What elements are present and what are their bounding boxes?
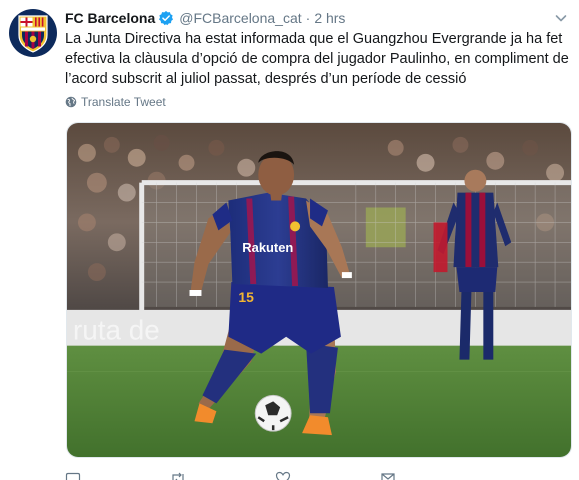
globe-icon: [65, 96, 77, 108]
retweet-icon: [172, 472, 184, 480]
board-text: ruta de: [73, 315, 160, 346]
reply-icon: [65, 472, 81, 480]
tweet-text-line: l’acord subscrit al juliol passat, despr…: [65, 71, 467, 87]
tweet-text-line: La Junta Directiva ha estat informada qu…: [65, 31, 563, 47]
tweet-header: FC Barcelona @FCBarcelona_cat · 2 hrs: [65, 8, 569, 28]
envelope-icon: [381, 473, 395, 480]
header-separator: ·: [305, 10, 311, 26]
author-handle[interactable]: @FCBarcelona_cat: [179, 10, 301, 26]
message-button[interactable]: [380, 470, 485, 480]
translate-tweet-label[interactable]: Translate Tweet: [81, 95, 166, 109]
tweet-text-line: efectiva la clàusula d’opció de compra d…: [65, 51, 569, 67]
author-avatar[interactable]: [9, 9, 57, 57]
tweet-text: La Junta Directiva ha estat informada qu…: [65, 29, 569, 89]
tweet-actions: [65, 470, 485, 480]
tweet-timestamp[interactable]: 2 hrs: [314, 10, 345, 26]
chevron-down-icon[interactable]: [553, 10, 569, 26]
translate-tweet-link[interactable]: Translate Tweet: [65, 95, 166, 109]
shirt-sponsor: Rakuten: [242, 240, 293, 255]
football-player-photo: ruta de 15 Rakuten: [67, 123, 571, 457]
author-name[interactable]: FC Barcelona: [65, 10, 155, 26]
shorts-number: 15: [238, 289, 254, 305]
like-button[interactable]: [275, 470, 380, 480]
tweet-photo[interactable]: ruta de 15 Rakuten: [66, 122, 572, 458]
heart-icon: [275, 471, 291, 480]
reply-button[interactable]: [65, 470, 170, 480]
fc-barcelona-crest-icon: [18, 15, 48, 53]
verified-badge-icon: [159, 11, 174, 26]
retweet-button[interactable]: [170, 470, 275, 480]
football: [254, 394, 292, 432]
tweet[interactable]: FC Barcelona @FCBarcelona_cat · 2 hrs La…: [0, 0, 579, 480]
